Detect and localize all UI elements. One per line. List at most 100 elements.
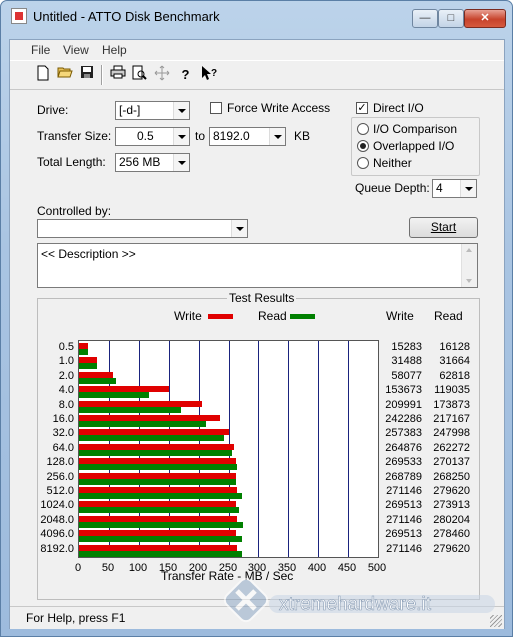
force-write-access-checkbox[interactable] xyxy=(210,102,222,114)
controlled-by-select[interactable] xyxy=(37,219,248,238)
read-value: 280204 xyxy=(433,514,470,526)
read-bar xyxy=(79,349,88,355)
test-results-group: Test Results Write Read Write Read Trans… xyxy=(37,291,480,600)
scroll-up-icon[interactable] xyxy=(466,248,472,252)
read-value: 217167 xyxy=(433,413,470,425)
description-scrollbar[interactable] xyxy=(461,244,477,287)
context-help-icon[interactable]: ? xyxy=(198,64,219,85)
app-icon[interactable] xyxy=(11,8,27,24)
y-tick-label: 8.0 xyxy=(58,399,74,411)
minimize-button[interactable]: — xyxy=(412,9,438,28)
total-length-label: Total Length: xyxy=(37,155,106,169)
io-comparison-radio[interactable] xyxy=(357,123,369,135)
description-box[interactable]: << Description >> xyxy=(37,243,478,288)
transfer-size-label: Transfer Size: xyxy=(37,129,112,143)
menu-help[interactable]: Help xyxy=(102,43,127,57)
total-length-select[interactable]: 256 MB xyxy=(115,153,190,172)
neither-radio[interactable] xyxy=(357,157,369,169)
move-icon[interactable] xyxy=(151,64,172,85)
read-value: 16128 xyxy=(439,341,470,353)
read-value: 262272 xyxy=(433,442,470,454)
y-tick-label: 1.0 xyxy=(58,355,74,367)
title-bar[interactable]: Untitled - ATTO Disk Benchmark — □ ✕ xyxy=(1,1,512,31)
overlapped-io-radio[interactable] xyxy=(357,140,369,152)
read-bar xyxy=(79,536,242,542)
close-button[interactable]: ✕ xyxy=(464,9,506,28)
read-value: 273913 xyxy=(433,499,470,511)
drive-label: Drive: xyxy=(37,103,69,117)
controlled-by-label: Controlled by: xyxy=(37,204,112,218)
direct-io-label: Direct I/O xyxy=(373,101,424,115)
transfer-size-to-select[interactable]: 8192.0 xyxy=(209,127,286,146)
read-bar xyxy=(79,479,236,485)
write-value: 271146 xyxy=(386,543,422,555)
transfer-size-from-select[interactable]: 0.5 xyxy=(115,127,190,146)
y-tick-label: 8192.0 xyxy=(40,543,74,555)
read-bar xyxy=(79,407,181,413)
watermark: xtremehardware.it xyxy=(211,573,501,635)
write-value: 15283 xyxy=(391,341,422,353)
read-value: 31664 xyxy=(439,355,470,367)
direct-io-checkbox[interactable]: ✓ xyxy=(356,102,368,114)
help-icon[interactable]: ? xyxy=(175,64,196,85)
read-bar xyxy=(79,363,97,369)
menu-file[interactable]: File xyxy=(31,43,50,57)
write-value: 269513 xyxy=(385,528,422,540)
new-icon[interactable] xyxy=(32,64,53,85)
scroll-down-icon[interactable] xyxy=(466,279,472,283)
y-tick-label: 128.0 xyxy=(46,456,74,468)
maximize-button[interactable]: □ xyxy=(438,9,464,28)
neither-label: Neither xyxy=(373,156,412,170)
queue-depth-label: Queue Depth: xyxy=(355,181,430,195)
watermark-text: xtremehardware.it xyxy=(279,594,432,615)
write-value: 31488 xyxy=(391,355,422,367)
chevron-down-icon[interactable] xyxy=(173,154,189,171)
kb-label: KB xyxy=(294,129,311,143)
y-tick-label: 16.0 xyxy=(52,413,74,425)
write-value: 269513 xyxy=(385,499,422,511)
x-tick-label: 100 xyxy=(128,562,148,574)
grid-line xyxy=(288,341,289,557)
read-bar xyxy=(79,464,237,470)
menu-view[interactable]: View xyxy=(63,43,89,57)
write-value: 209991 xyxy=(385,399,422,411)
results-title: Test Results xyxy=(227,291,297,305)
start-button[interactable]: Start xyxy=(409,217,478,238)
chevron-down-icon[interactable] xyxy=(269,128,285,145)
chevron-down-icon[interactable] xyxy=(460,180,476,197)
legend-write-label: Write xyxy=(174,309,202,323)
y-tick-label: 2.0 xyxy=(58,370,74,382)
drive-select[interactable]: [-d-] xyxy=(115,101,190,120)
x-tick-label: 0 xyxy=(74,562,82,574)
legend-write-swatch xyxy=(208,314,233,319)
save-icon[interactable] xyxy=(76,64,97,85)
queue-depth-select[interactable]: 4 xyxy=(432,179,477,198)
y-tick-label: 0.5 xyxy=(58,341,74,353)
io-comparison-label: I/O Comparison xyxy=(373,122,458,136)
print-preview-icon[interactable] xyxy=(129,64,150,85)
description-text: << Description >> xyxy=(41,247,136,261)
write-value: 271146 xyxy=(386,514,422,526)
read-value: 268250 xyxy=(433,471,470,483)
chevron-down-icon[interactable] xyxy=(173,128,189,145)
write-value: 153673 xyxy=(385,384,422,396)
write-value: 271146 xyxy=(386,485,422,497)
read-value: 279620 xyxy=(433,485,470,497)
read-value: 270137 xyxy=(433,456,470,468)
client-area: File View Help ? ? Drive: [-d-] Force Wr… xyxy=(9,39,505,629)
legend-read-swatch xyxy=(290,314,315,319)
y-tick-label: 4.0 xyxy=(58,384,74,396)
write-value: 264876 xyxy=(385,442,422,454)
window-title: Untitled - ATTO Disk Benchmark xyxy=(33,9,220,24)
write-column-header: Write xyxy=(386,309,414,323)
chart-plot-area xyxy=(78,340,379,558)
grid-line xyxy=(348,341,349,557)
read-value: 173873 xyxy=(433,399,470,411)
open-icon[interactable] xyxy=(54,64,75,85)
print-icon[interactable] xyxy=(107,64,128,85)
read-bar xyxy=(79,507,239,513)
chevron-down-icon[interactable] xyxy=(231,220,247,237)
chevron-down-icon[interactable] xyxy=(173,102,189,119)
to-label: to xyxy=(195,129,206,143)
read-bar xyxy=(79,551,242,557)
